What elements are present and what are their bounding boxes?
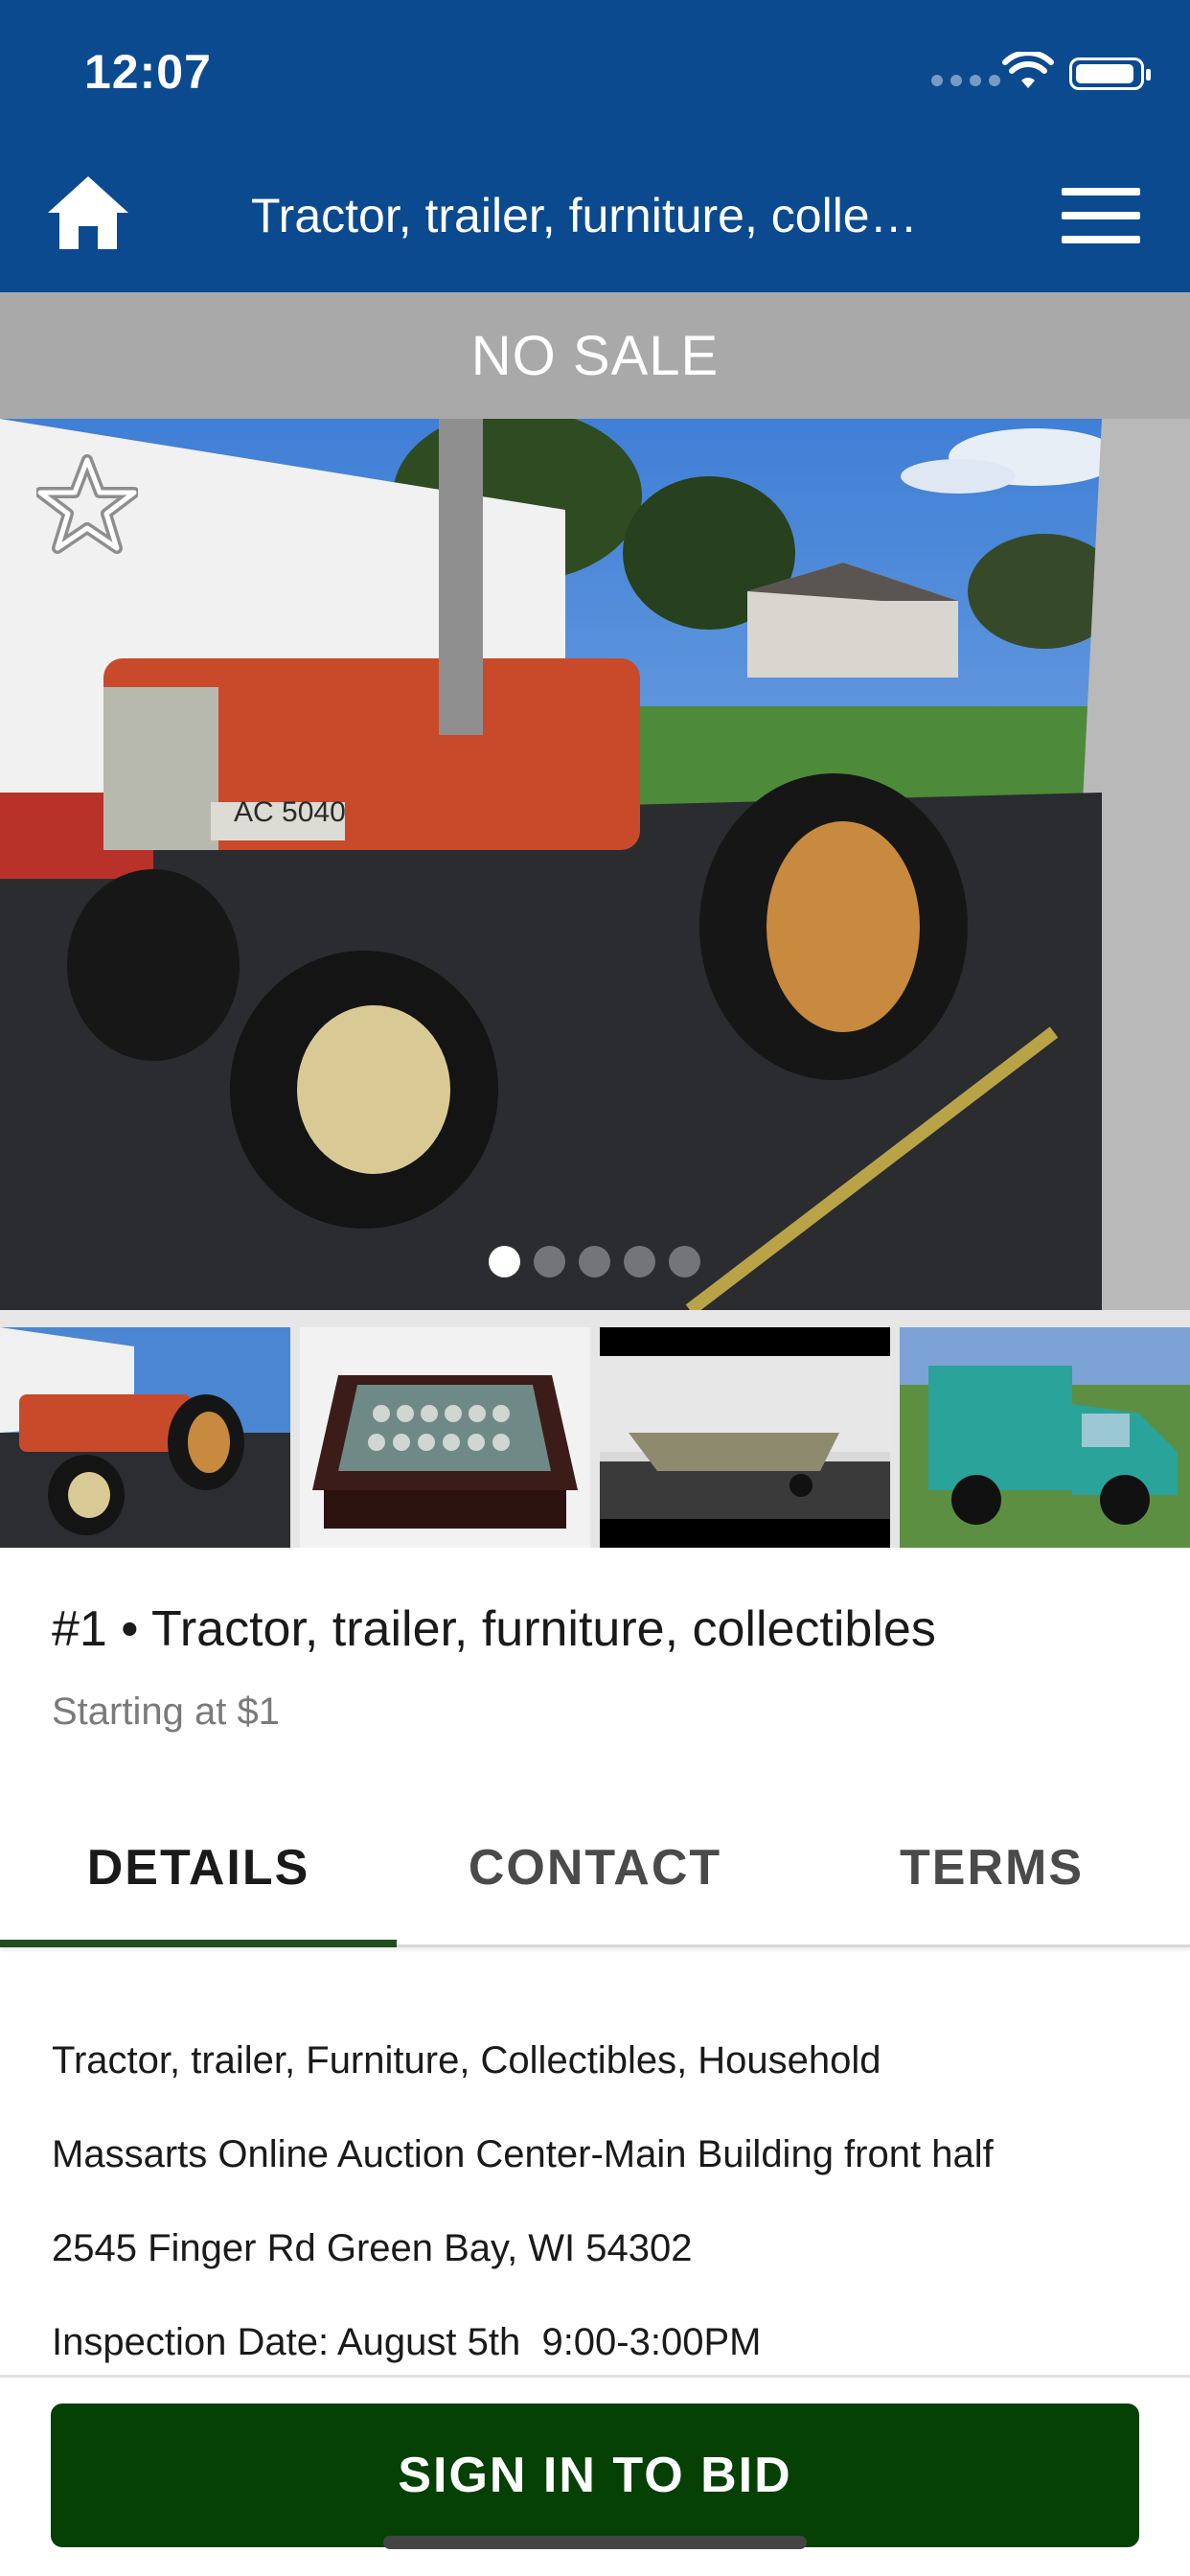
status-time: 12:07 (84, 45, 212, 99)
listing-title: #1 • Tractor, trailer, furniture, collec… (52, 1601, 936, 1657)
thumbnail-tractor[interactable] (0, 1327, 290, 1548)
detail-line: Tractor, trailer, Furniture, Collectible… (52, 2039, 881, 2082)
wifi-icon (1002, 52, 1054, 88)
home-icon[interactable] (44, 172, 132, 251)
thumbnail-strip (0, 1310, 1190, 1548)
tab-terms[interactable]: TERMS (793, 1788, 1190, 1947)
pagination-dot[interactable] (579, 1246, 610, 1277)
home-indicator (383, 2536, 807, 2549)
sale-status-banner: NO SALE (0, 292, 1190, 419)
svg-text:AC 5040: AC 5040 (234, 796, 346, 828)
tab-details[interactable]: DETAILS (0, 1788, 397, 1947)
tab-bar: DETAILS CONTACT TERMS (0, 1788, 1190, 1947)
tab-contact[interactable]: CONTACT (397, 1788, 793, 1947)
details-content: Tractor, trailer, Furniture, Collectible… (52, 2037, 1144, 2413)
starting-price: Starting at $1 (52, 1690, 280, 1733)
detail-line: 2545 Finger Rd Green Bay, WI 54302 (52, 2227, 693, 2269)
thumbnail-truck[interactable] (900, 1327, 1190, 1548)
battery-icon (1069, 58, 1151, 90)
pagination-dot[interactable] (534, 1246, 565, 1277)
favorite-star-icon[interactable] (36, 454, 138, 556)
page-title: Tractor, trailer, furniture, collectible… (251, 189, 941, 242)
detail-line: Massarts Online Auction Center-Main Buil… (52, 2133, 994, 2175)
top-app-bar: 12:07 Tractor, trailer, furniture, colle… (0, 0, 1190, 292)
hamburger-menu-icon[interactable] (1062, 188, 1140, 243)
pagination-dot[interactable] (669, 1246, 700, 1277)
active-tab-indicator (0, 1940, 397, 1947)
thumbnail-coin-case[interactable] (300, 1327, 590, 1548)
pagination-dot[interactable] (489, 1246, 520, 1277)
thumbnail-boat[interactable] (600, 1327, 890, 1548)
pagination-dot[interactable] (624, 1246, 655, 1277)
sign-in-to-bid-button[interactable]: SIGN IN TO BID (51, 2404, 1139, 2547)
sale-status-text: NO SALE (470, 324, 720, 387)
cellular-signal-icon (931, 75, 1000, 86)
main-photo[interactable]: AC 5040 (0, 419, 1190, 1310)
carousel-pagination (489, 1246, 700, 1277)
